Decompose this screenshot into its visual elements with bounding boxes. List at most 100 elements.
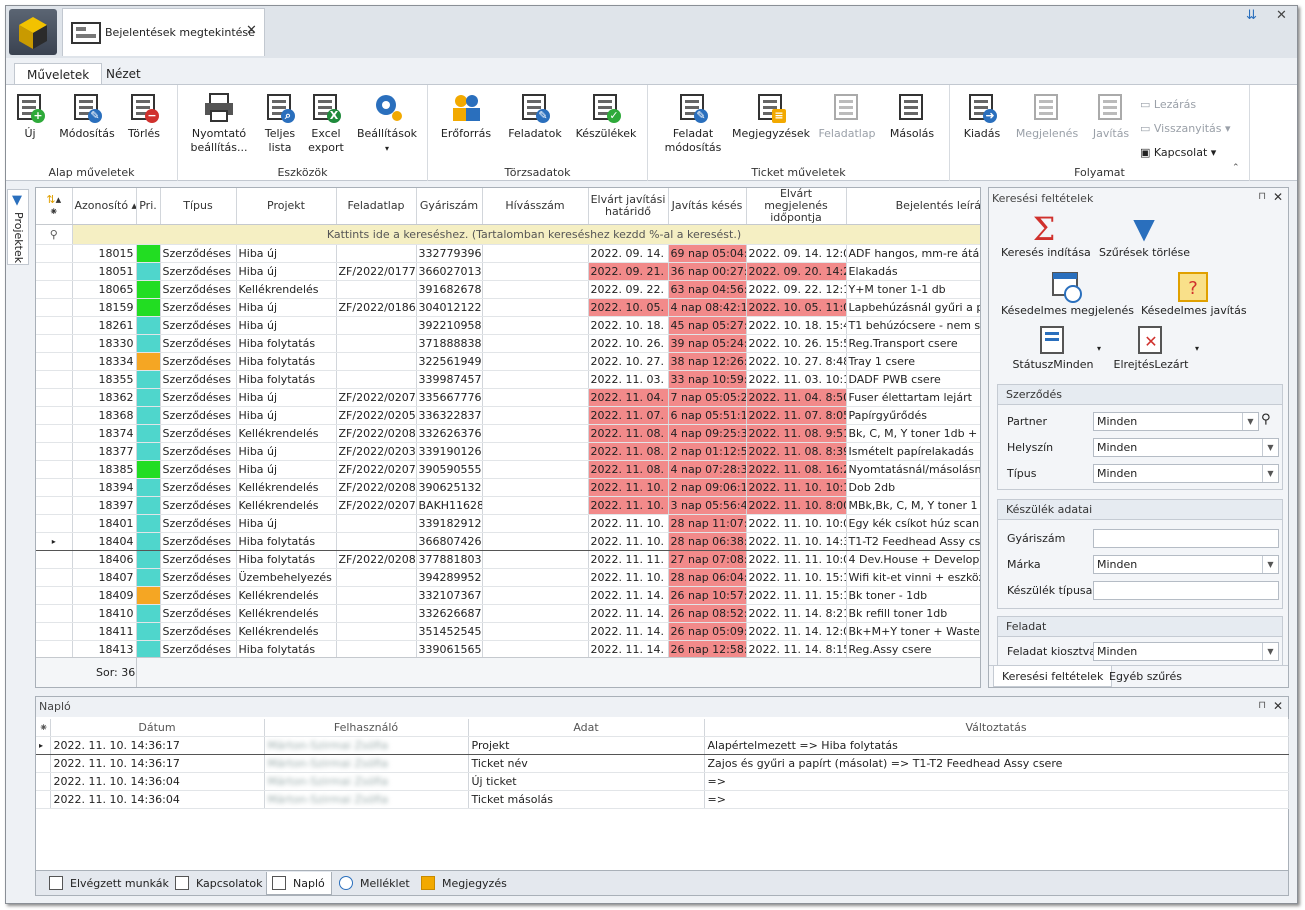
table-row[interactable]: 18159 Szerződéses Hiba új ZF/2022/01864 3040…: [36, 298, 980, 317]
copy-button[interactable]: Másolás: [886, 91, 938, 141]
cell-project[interactable]: Hiba új: [236, 514, 337, 533]
cell-expected-appearance[interactable]: 2022. 11. 11. 10:05: [746, 550, 847, 569]
cell-serial[interactable]: 3922109582: [416, 316, 483, 335]
row-indicator[interactable]: [36, 262, 73, 281]
row-indicator[interactable]: [36, 280, 73, 299]
cell-priority[interactable]: [136, 280, 161, 299]
cell-call-number[interactable]: [482, 568, 589, 587]
cell-type[interactable]: Szerződéses: [160, 424, 237, 443]
table-row[interactable]: 18413 Szerződéses Hiba folytatás 3390615654…: [36, 640, 980, 659]
device-type-input[interactable]: [1093, 581, 1279, 600]
status-all-button[interactable]: StátuszMinden: [1001, 324, 1105, 371]
cell-task-sheet[interactable]: ZF/2022/02083: [336, 424, 417, 443]
log-row[interactable]: 2022. 11. 10. 14:36:17 Márton-Szirmai Zsó…: [36, 754, 1289, 773]
row-indicator[interactable]: [36, 352, 73, 371]
excel-export-button[interactable]: X Excel export: [304, 91, 348, 155]
col-leiras[interactable]: Bejelentés leírása: [846, 188, 980, 225]
cell-expected-appearance[interactable]: 2022. 11. 14. 8:21:: [746, 604, 847, 623]
cell-priority[interactable]: [136, 388, 161, 407]
cell-priority[interactable]: [136, 640, 161, 659]
row-indicator[interactable]: [36, 478, 73, 497]
log-user[interactable]: Márton-Szirmai Zsófia: [264, 772, 469, 791]
cell-expected-appearance[interactable]: 2022. 09. 14. 12:09: [746, 244, 847, 263]
issue-button[interactable]: ➜ Kiadás: [958, 91, 1006, 141]
cell-serial[interactable]: 3391901260: [416, 442, 483, 461]
table-row[interactable]: 18374 Szerződéses Kellékrendelés ZF/2022/02…: [36, 424, 980, 443]
cell-description[interactable]: Bk+M+Y toner + Waste 1-1 db: [846, 622, 980, 641]
table-row[interactable]: 18065 Szerződéses Kellékrendelés 3916826787…: [36, 280, 980, 299]
cell-call-number[interactable]: [482, 424, 589, 443]
table-row[interactable]: 18368 Szerződéses Hiba új ZF/2022/02059 3363…: [36, 406, 980, 425]
cell-id[interactable]: 18355: [72, 370, 137, 389]
cell-priority[interactable]: [136, 478, 161, 497]
cell-type[interactable]: Szerződéses: [160, 586, 237, 605]
cell-id[interactable]: 18362: [72, 388, 137, 407]
cell-type[interactable]: Szerződéses: [160, 496, 237, 515]
type-select[interactable]: Minden ▼: [1093, 464, 1279, 483]
cell-task-sheet[interactable]: ZF/2022/02084: [336, 478, 417, 497]
task-sheet-button[interactable]: Feladatlap: [816, 91, 878, 141]
log-date[interactable]: 2022. 11. 10. 14:36:17: [50, 735, 265, 755]
cell-type[interactable]: Szerződéses: [160, 298, 237, 317]
log-data[interactable]: Ticket másolás: [468, 790, 705, 809]
cell-delay[interactable]: 26 nap 05:09:1: [668, 622, 747, 641]
cell-project[interactable]: Kellékrendelés: [236, 424, 337, 443]
cell-deadline[interactable]: 2022. 10. 05. 1: [588, 298, 669, 317]
col-feladatlap[interactable]: Feladatlap: [336, 188, 417, 225]
cell-type[interactable]: Szerződéses: [160, 244, 237, 263]
cell-serial[interactable]: 3390615654: [416, 640, 483, 659]
appearance-button[interactable]: Megjelenés: [1012, 91, 1082, 141]
log-date[interactable]: 2022. 11. 10. 14:36:04: [50, 790, 265, 809]
row-indicator[interactable]: [36, 550, 73, 569]
cell-description[interactable]: DADF PWB csere: [846, 370, 980, 389]
row-indicator[interactable]: [36, 460, 73, 479]
cell-expected-appearance[interactable]: 2022. 11. 14. 12:05: [746, 622, 847, 641]
hide-closed-button[interactable]: ✕ ElrejtésLezárt: [1109, 324, 1193, 371]
app-logo[interactable]: [9, 9, 57, 55]
cell-project[interactable]: Hiba új: [236, 244, 337, 263]
table-row[interactable]: 18407 Szerződéses Üzembehelyezés 3942899520…: [36, 568, 980, 587]
cell-expected-appearance[interactable]: 2022. 11. 03. 10:14: [746, 370, 847, 389]
cell-serial[interactable]: 3668074269: [416, 532, 483, 551]
cell-call-number[interactable]: [482, 460, 589, 479]
close-ticket-button[interactable]: ▭ Lezárás: [1140, 98, 1196, 111]
cell-id[interactable]: 18334: [72, 352, 137, 371]
cell-id[interactable]: 18413: [72, 640, 137, 659]
cell-delay[interactable]: 69 nap 05:04:3: [668, 244, 747, 263]
partner-select[interactable]: Minden ▼: [1093, 412, 1259, 431]
cell-task-sheet[interactable]: [336, 622, 417, 641]
log-row[interactable]: ▸ 2022. 11. 10. 14:36:17 Márton-Szirmai Zs…: [36, 735, 1289, 755]
cell-serial[interactable]: 3356677764: [416, 388, 483, 407]
cell-delay[interactable]: 28 nap 11:07:0: [668, 514, 747, 533]
cell-task-sheet[interactable]: ZF/2022/02059: [336, 406, 417, 425]
cell-deadline[interactable]: 2022. 11. 10. 1: [588, 514, 669, 533]
log-user[interactable]: Márton-Szirmai Zsófia: [264, 735, 469, 755]
cell-type[interactable]: Szerződéses: [160, 514, 237, 533]
table-row[interactable]: 18411 Szerződéses Kellékrendelés 3514525454…: [36, 622, 980, 641]
cell-id[interactable]: 18330: [72, 334, 137, 353]
col-hivasszam[interactable]: Hívásszám: [482, 188, 589, 225]
row-indicator[interactable]: [36, 244, 73, 263]
cell-serial[interactable]: 3327793968: [416, 244, 483, 263]
cell-type[interactable]: Szerződéses: [160, 640, 237, 659]
full-list-button[interactable]: ⌕ Teljes lista: [258, 91, 302, 155]
cell-deadline[interactable]: 2022. 11. 08. 8: [588, 442, 669, 461]
col-pri[interactable]: Pri.: [136, 188, 161, 225]
cell-call-number[interactable]: [482, 604, 589, 623]
cell-task-sheet[interactable]: [336, 334, 417, 353]
cell-id[interactable]: 18368: [72, 406, 137, 425]
cell-task-sheet[interactable]: ZF/2022/02078: [336, 460, 417, 479]
log-data[interactable]: Ticket név: [468, 754, 705, 773]
search-icon[interactable]: ⚲: [1261, 412, 1271, 427]
log-row-indicator[interactable]: [36, 790, 51, 809]
cell-priority[interactable]: [136, 514, 161, 533]
cell-priority[interactable]: [136, 550, 161, 569]
table-row[interactable]: 18051 Szerződéses Hiba új ZF/2022/01777 3660…: [36, 262, 980, 281]
cell-expected-appearance[interactable]: 2022. 11. 10. 15:10: [746, 568, 847, 587]
cell-task-sheet[interactable]: [336, 244, 417, 263]
cell-call-number[interactable]: [482, 334, 589, 353]
cell-id[interactable]: 18374: [72, 424, 137, 443]
cell-call-number[interactable]: [482, 388, 589, 407]
row-indicator[interactable]: [36, 298, 73, 317]
log-date[interactable]: 2022. 11. 10. 14:36:17: [50, 754, 265, 773]
